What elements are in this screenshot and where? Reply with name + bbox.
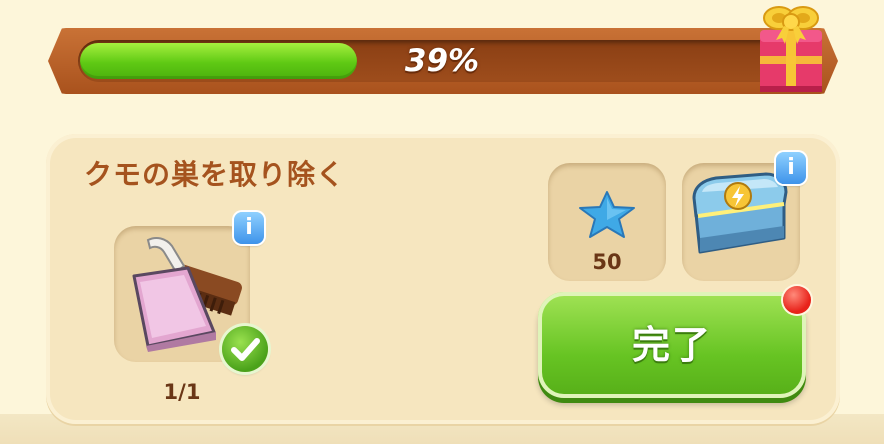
gift-box-icon[interactable] [752, 0, 830, 98]
notification-dot [783, 286, 811, 314]
energy-chest-icon [692, 172, 788, 254]
item-info-button[interactable]: i [234, 212, 264, 244]
item-count: 1/1 [163, 380, 201, 404]
reward-amount-stars: 50 [592, 250, 622, 274]
blue-star-icon [579, 191, 635, 238]
chest-info-button[interactable]: i [776, 152, 806, 184]
quest-title: クモの巣を取り除く [84, 158, 346, 191]
checkmark-icon [222, 326, 268, 372]
complete-button[interactable]: 完了 [538, 292, 806, 398]
